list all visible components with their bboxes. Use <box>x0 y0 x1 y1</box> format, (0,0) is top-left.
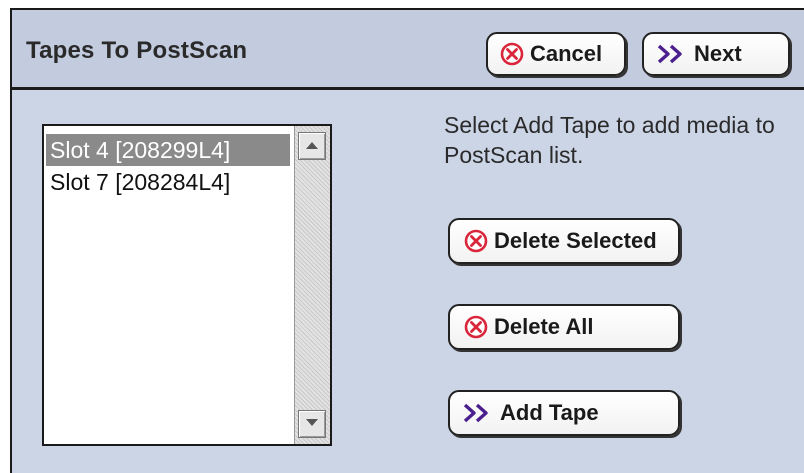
delete-selected-button[interactable]: Delete Selected <box>448 218 680 264</box>
scroll-up-button[interactable] <box>298 132 326 160</box>
cancel-button[interactable]: Cancel <box>486 32 626 76</box>
circle-x-icon <box>464 315 488 339</box>
delete-selected-label: Delete Selected <box>494 228 657 253</box>
triangle-up-icon <box>305 137 319 155</box>
instruction-text: Select Add Tape to add media to PostScan… <box>444 112 775 168</box>
circle-x-icon <box>464 229 488 253</box>
double-chevron-right-icon <box>654 42 688 66</box>
cancel-label: Cancel <box>530 41 603 66</box>
list-item[interactable]: Slot 7 [208284L4] <box>46 166 290 198</box>
add-tape-label: Add Tape <box>500 400 599 425</box>
list-item[interactable]: Slot 4 [208299L4] <box>46 134 290 166</box>
add-tape-button[interactable]: Add Tape <box>448 390 680 436</box>
scroll-down-button[interactable] <box>298 410 326 438</box>
postscan-panel: Tapes To PostScan Cancel Next Slot 4 [20… <box>10 8 804 473</box>
tape-listbox[interactable]: Slot 4 [208299L4] Slot 7 [208284L4] <box>42 124 332 446</box>
panel-header: Tapes To PostScan Cancel Next <box>12 10 804 90</box>
double-chevron-right-icon <box>460 401 494 425</box>
page-title: Tapes To PostScan <box>26 37 248 64</box>
next-label: Next <box>694 41 742 66</box>
next-button[interactable]: Next <box>642 32 790 76</box>
triangle-down-icon <box>305 415 319 433</box>
delete-all-label: Delete All <box>494 314 594 339</box>
delete-all-button[interactable]: Delete All <box>448 304 680 350</box>
circle-x-icon <box>500 42 524 66</box>
list-scrollbar[interactable] <box>294 126 330 444</box>
